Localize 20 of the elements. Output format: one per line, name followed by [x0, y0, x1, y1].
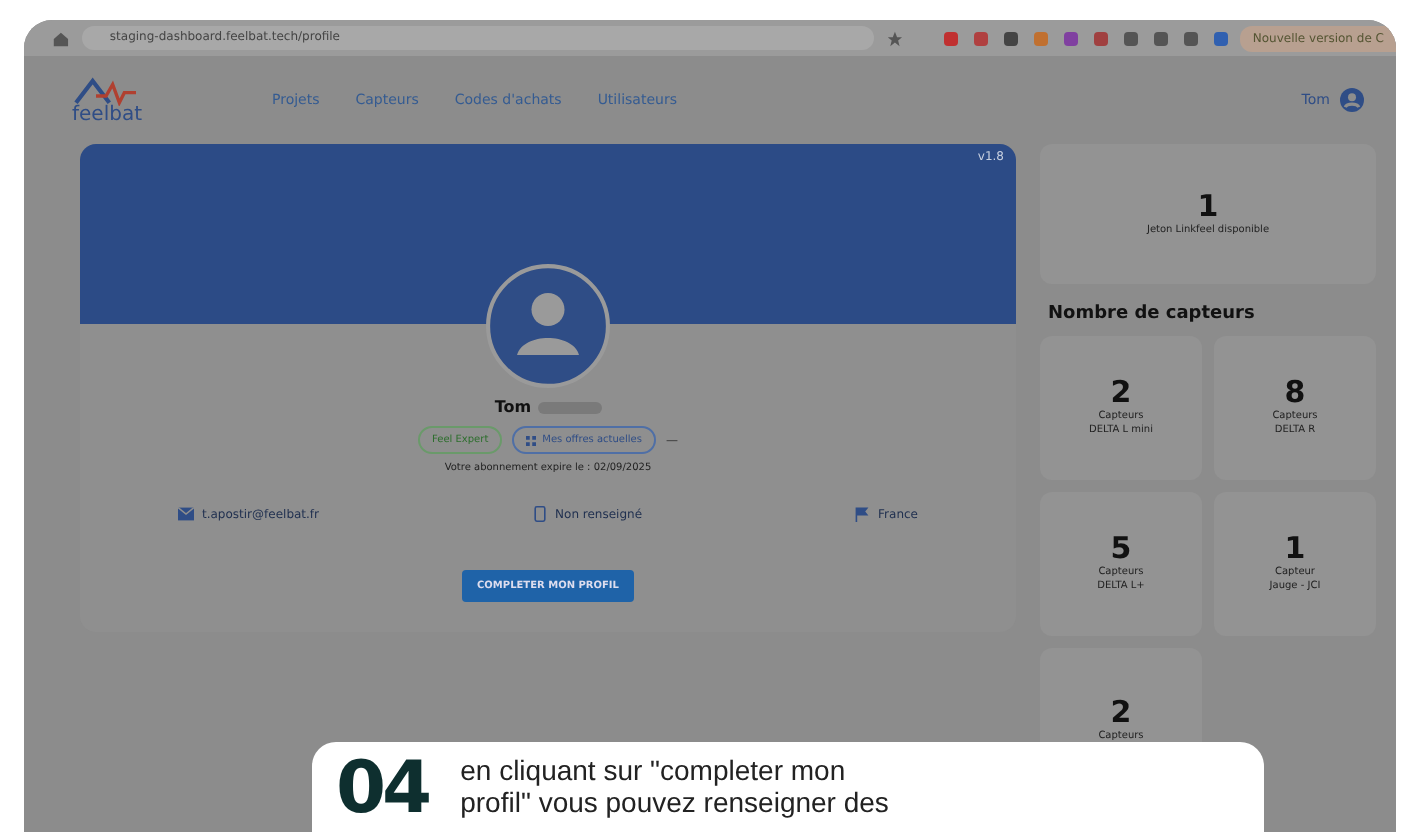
grid-icon: [526, 435, 537, 445]
section-title: Nombre de capteurs: [1048, 304, 1257, 324]
logo-text: feelbat: [72, 105, 142, 125]
sensor-count: 5: [1110, 532, 1132, 566]
logo-icon: [72, 75, 140, 105]
sensor-count: 1: [1284, 532, 1306, 566]
mail-icon: [178, 506, 194, 522]
profile-name: Tom: [494, 398, 532, 416]
callout-text: profil" vous pouvez renseigner des: [460, 786, 889, 818]
home-icon[interactable]: [52, 29, 70, 47]
sensor-count: 8: [1284, 376, 1306, 410]
user-avatar-icon[interactable]: [1340, 88, 1364, 112]
star-icon[interactable]: [886, 29, 905, 47]
phone-icon: [531, 506, 548, 522]
flag-icon: [854, 506, 871, 522]
sensor-count: 2: [1110, 376, 1132, 410]
token-count: 1: [1197, 190, 1219, 223]
sensor-count: 2: [1110, 696, 1132, 729]
step-number: 04: [336, 754, 429, 826]
callout-text: en cliquant sur "completer mon: [460, 754, 848, 786]
